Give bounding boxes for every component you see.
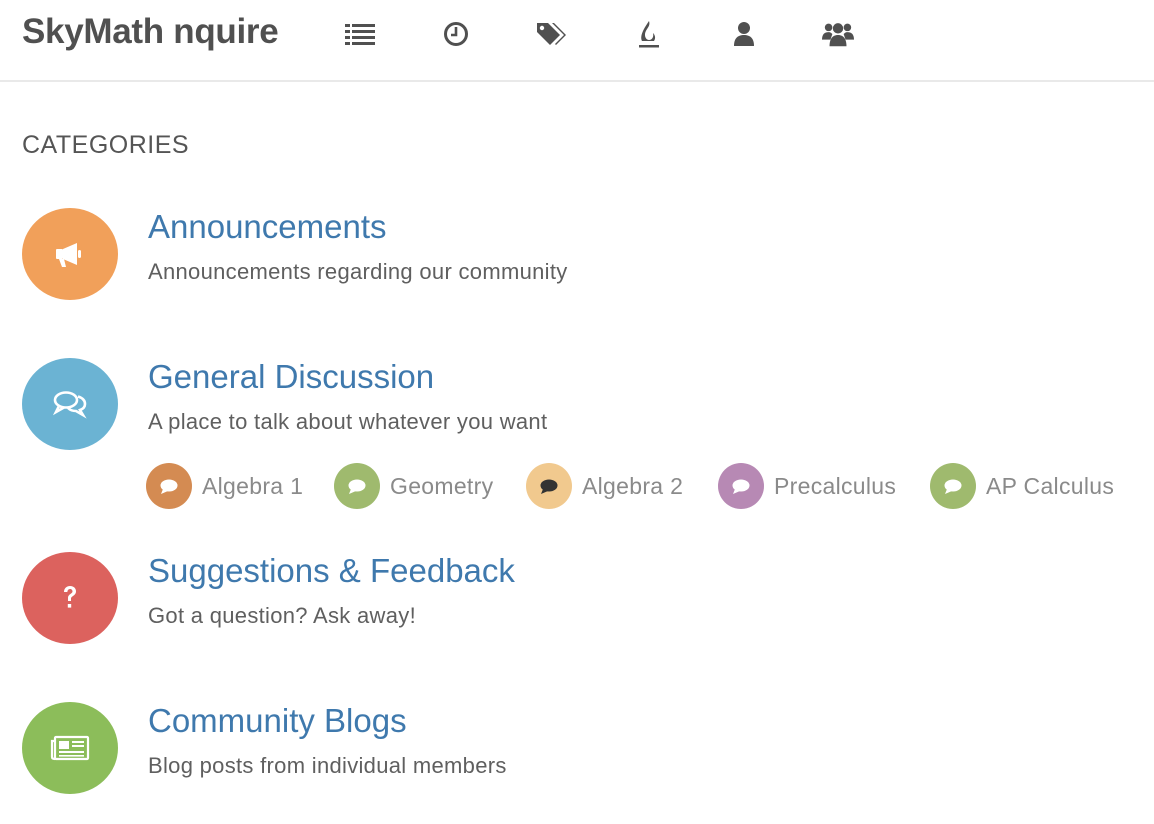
category-title[interactable]: Suggestions & Feedback [148,552,515,590]
category-description: A place to talk about whatever you want [148,409,548,434]
comment-icon [930,463,976,509]
subcategory-label: Algebra 1 [202,472,304,499]
question-icon[interactable] [22,552,118,644]
category-description: Blog posts from individual members [148,753,507,778]
category-announcements: Announcements Announcements regarding ou… [22,208,1142,300]
subcategory-geometry[interactable]: Geometry [334,462,493,510]
subcategory-label: Precalculus [774,472,897,499]
comments-icon[interactable] [22,358,118,450]
category-general-discussion: General Discussion A place to talk about… [22,358,1142,513]
category-suggestions-feedback: Suggestions & Feedback Got a question? A… [22,552,1142,644]
category-title[interactable]: Announcements [148,208,387,246]
comment-icon [718,463,764,509]
category-title[interactable]: General Discussion [148,358,434,396]
categories-heading: CATEGORIES [22,131,190,159]
comment-icon [146,463,192,509]
category-description: Announcements regarding our community [148,259,568,284]
subcategory-ap-calculus[interactable]: AP Calculus [930,462,1114,510]
category-title[interactable]: Community Blogs [148,702,407,740]
subcategory-label: Geometry [390,472,494,499]
subcategory-precalculus[interactable]: Precalculus [718,462,896,510]
users-icon[interactable] [822,18,854,50]
bullhorn-icon[interactable] [22,208,118,300]
subcategory-list: Algebra 1 Geometry Algebra 2 Precalculus… [146,462,1154,510]
subcategory-algebra-1[interactable]: Algebra 1 [146,462,303,510]
category-community-blogs: Community Blogs Blog posts from individu… [22,702,1142,794]
comment-icon [334,463,380,509]
clock-icon[interactable] [440,18,472,50]
top-navbar: SkyMath nquire [0,0,1154,82]
brand-title[interactable]: SkyMath nquire [22,12,279,52]
list-icon[interactable] [344,18,376,50]
subcategory-algebra-2[interactable]: Algebra 2 [526,462,683,510]
tags-icon[interactable] [535,18,567,50]
fire-icon[interactable] [632,18,664,50]
category-description: Got a question? Ask away! [148,603,416,628]
user-icon[interactable] [728,18,760,50]
subcategory-label: AP Calculus [986,472,1115,499]
comment-icon [526,463,572,509]
newspaper-icon[interactable] [22,702,118,794]
subcategory-label: Algebra 2 [582,472,684,499]
